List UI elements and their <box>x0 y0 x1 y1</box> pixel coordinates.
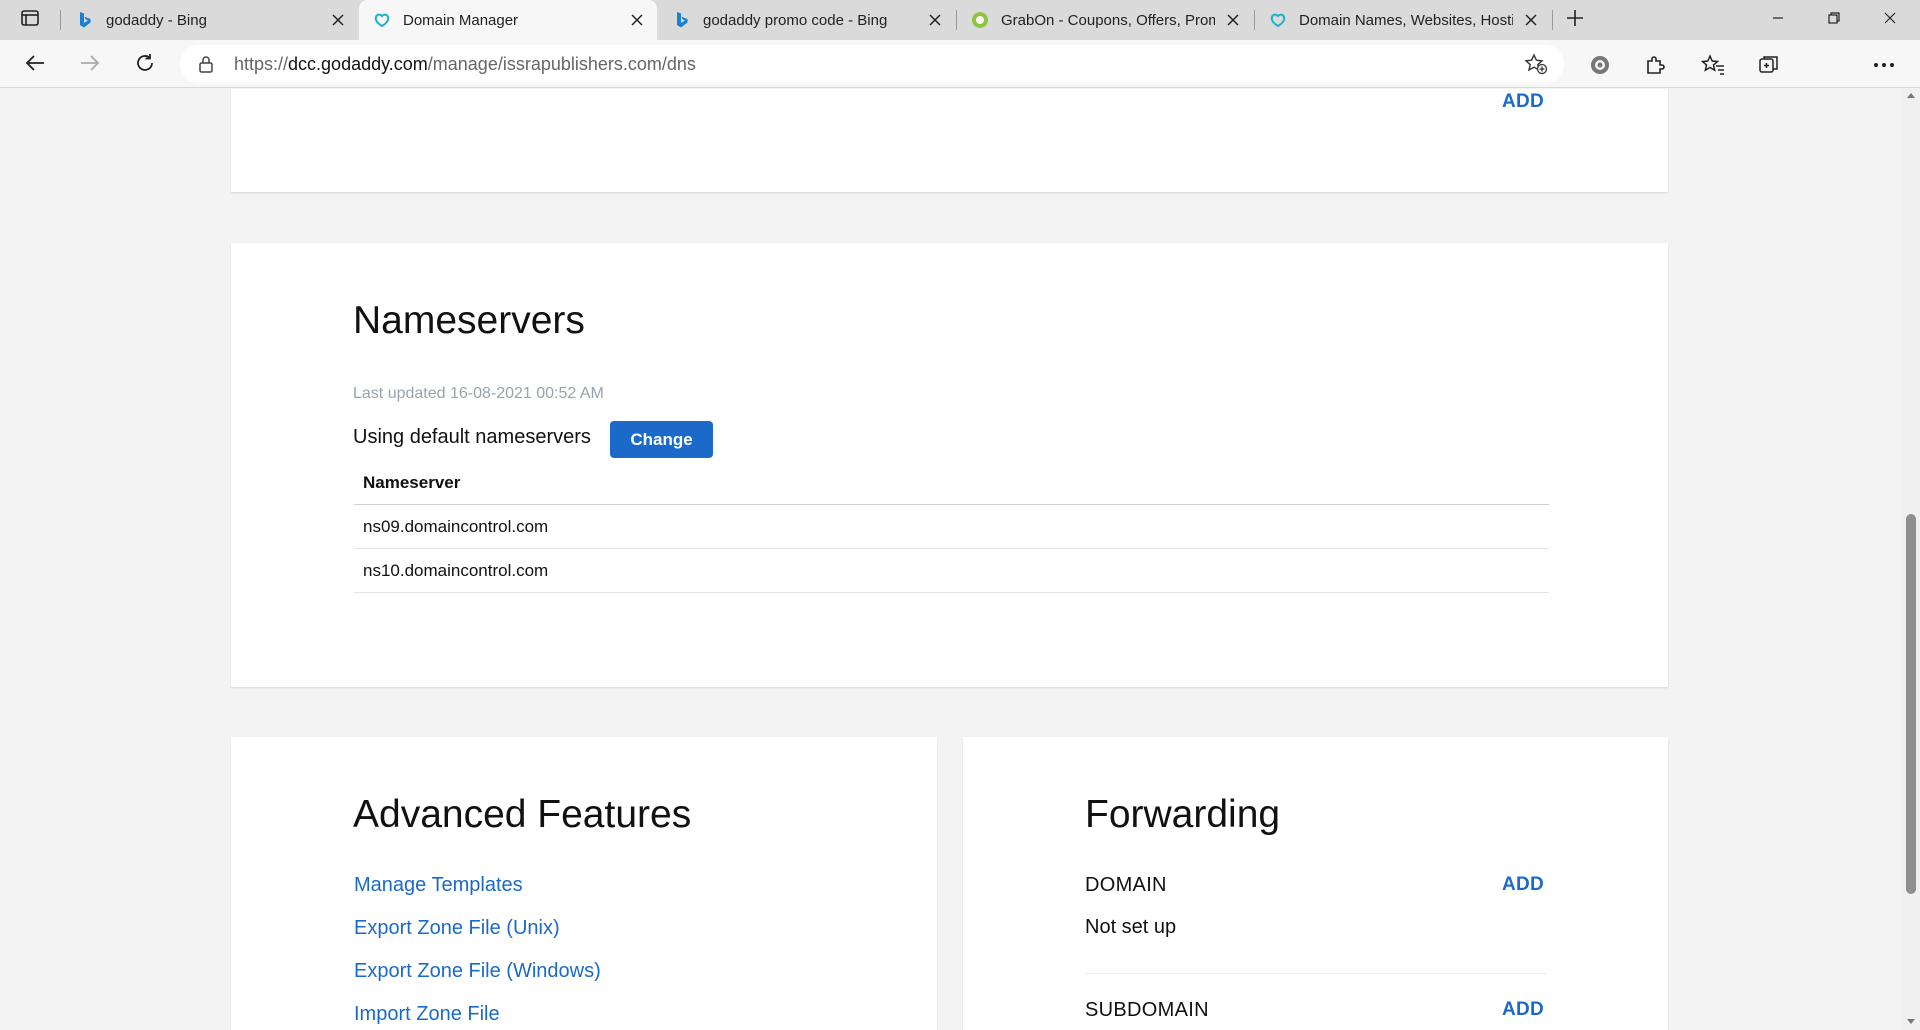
more-menu-icon[interactable] <box>1871 52 1897 78</box>
godaddy-icon <box>373 11 391 29</box>
back-button[interactable] <box>20 50 50 80</box>
url-text: https://dcc.godaddy.com/manage/issrapubl… <box>234 54 696 75</box>
minimize-button[interactable] <box>1750 0 1806 40</box>
scroll-down-arrow-icon[interactable] <box>1907 1019 1915 1024</box>
add-subdomain-forwarding-link[interactable]: ADD <box>1502 999 1544 1021</box>
domain-forwarding-status: Not set up <box>1085 916 1177 938</box>
forwarding-title: Forwarding <box>1085 793 1281 836</box>
forward-arrow-icon <box>80 54 100 77</box>
forwarding-card: Forwarding DOMAIN ADD Not set up SUBDOMA… <box>963 737 1668 1030</box>
lock-icon <box>198 55 216 73</box>
nameservers-card: Nameservers Last updated 16-08-2021 00:5… <box>231 243 1668 687</box>
tab-separator <box>1552 10 1553 30</box>
tab-grabon[interactable]: GrabOn - Coupons, Offers, Promo <box>957 0 1253 40</box>
plus-icon <box>1566 9 1584 32</box>
divider <box>1085 973 1546 974</box>
close-tab-icon[interactable] <box>1223 10 1243 30</box>
bing-icon <box>76 11 94 29</box>
add-favorite-icon[interactable] <box>1524 53 1548 75</box>
vertical-scrollbar[interactable] <box>1902 89 1920 1030</box>
tab-godaddy-promo-code[interactable]: godaddy promo code - Bing <box>659 0 955 40</box>
back-arrow-icon <box>25 54 45 77</box>
tab-title: godaddy - Bing <box>106 11 207 29</box>
last-updated-text: Last updated 16-08-2021 00:52 AM <box>353 385 604 402</box>
refresh-button[interactable] <box>130 50 160 80</box>
tab-actions-button[interactable] <box>14 8 46 32</box>
browser-toolbar: https://dcc.godaddy.com/manage/issrapubl… <box>0 40 1920 119</box>
export-zone-unix-link[interactable]: Export Zone File (Unix) <box>354 917 560 940</box>
column-header-nameserver: Nameserver <box>363 472 461 492</box>
url-path: /manage/issrapublishers.com/dns <box>427 54 696 74</box>
table-row: ns10.domaincontrol.com <box>354 549 1549 593</box>
tab-title: Domain Manager <box>403 11 519 29</box>
tab-title: godaddy promo code - Bing <box>703 11 888 29</box>
url-host: dcc.godaddy.com <box>288 54 428 74</box>
new-tab-button[interactable] <box>1561 6 1589 34</box>
close-tab-icon[interactable] <box>925 10 945 30</box>
close-icon <box>1884 11 1896 29</box>
manage-templates-link[interactable]: Manage Templates <box>354 874 523 897</box>
advanced-features-card: Advanced Features Manage Templates Expor… <box>231 737 937 1030</box>
scroll-up-arrow-icon[interactable] <box>1907 93 1915 98</box>
minimize-icon <box>1772 11 1784 29</box>
tab-godaddy-home[interactable]: Domain Names, Websites, Hosting <box>1255 0 1551 40</box>
nameserver-table: Nameserver ns09.domaincontrol.com ns10.d… <box>354 461 1549 593</box>
url-prefix: https:// <box>234 54 289 74</box>
subdomain-forwarding-label: SUBDOMAIN <box>1085 999 1209 1021</box>
dns-records-card: ADD <box>231 89 1668 192</box>
nameserver-value: ns10.domaincontrol.com <box>363 560 549 580</box>
nameservers-title: Nameservers <box>353 299 585 342</box>
tab-separator <box>60 10 61 30</box>
page-viewport: ADD Nameservers Last updated 16-08-2021 … <box>0 89 1902 1030</box>
table-header: Nameserver <box>354 461 1549 505</box>
grabon-icon <box>971 11 989 29</box>
close-tab-icon[interactable] <box>328 10 348 30</box>
bing-icon <box>673 11 691 29</box>
change-nameservers-button[interactable]: Change <box>610 421 713 458</box>
close-tab-icon[interactable] <box>627 10 647 30</box>
close-window-button[interactable] <box>1862 0 1918 40</box>
domain-forwarding-label: DOMAIN <box>1085 874 1167 896</box>
tab-title: Domain Names, Websites, Hosting <box>1299 11 1513 29</box>
import-zone-file-link[interactable]: Import Zone File <box>354 1003 500 1026</box>
favorites-icon[interactable] <box>1700 52 1726 78</box>
godaddy-icon <box>1269 11 1287 29</box>
extensions-puzzle-icon[interactable] <box>1642 52 1668 78</box>
scrollbar-thumb[interactable] <box>1906 514 1916 894</box>
nameserver-status-text: Using default nameservers <box>353 426 591 448</box>
add-domain-forwarding-link[interactable]: ADD <box>1502 874 1544 896</box>
tab-actions-icon <box>21 9 39 31</box>
table-row: ns09.domaincontrol.com <box>354 505 1549 549</box>
restore-icon <box>1828 11 1840 29</box>
add-record-link[interactable]: ADD <box>1502 91 1544 113</box>
restore-button[interactable] <box>1806 0 1862 40</box>
close-tab-icon[interactable] <box>1521 10 1541 30</box>
address-bar[interactable]: https://dcc.godaddy.com/manage/issrapubl… <box>180 45 1564 83</box>
nameserver-value: ns09.domaincontrol.com <box>363 516 549 536</box>
collections-icon[interactable] <box>1756 52 1782 78</box>
forward-button[interactable] <box>75 50 105 80</box>
advanced-features-title: Advanced Features <box>353 793 692 836</box>
tab-strip: godaddy - Bing Domain Manager godaddy pr… <box>0 0 1920 40</box>
tab-domain-manager[interactable]: Domain Manager <box>359 0 657 40</box>
export-zone-windows-link[interactable]: Export Zone File (Windows) <box>354 960 601 983</box>
tab-godaddy-bing[interactable]: godaddy - Bing <box>62 0 358 40</box>
extension-icon[interactable] <box>1587 52 1613 78</box>
refresh-icon <box>135 53 155 78</box>
tab-title: GrabOn - Coupons, Offers, Promo <box>1001 11 1215 29</box>
